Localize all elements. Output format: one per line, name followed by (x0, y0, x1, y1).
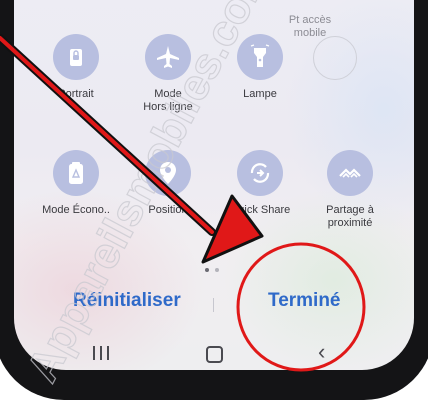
navigation-bar: ‹ (0, 340, 428, 370)
done-button[interactable]: Terminé (268, 290, 341, 312)
tile-location[interactable]: Position (118, 150, 218, 217)
page-dot (215, 268, 219, 272)
flashlight-icon (237, 34, 283, 80)
tile-airplane-mode[interactable]: Mode Hors ligne (118, 34, 218, 114)
back-icon[interactable]: ‹ (318, 341, 325, 363)
tile-quick-share-label: Quick Share (229, 204, 291, 216)
tile-quick-share[interactable]: Quick Share (210, 150, 310, 217)
empty-slot-ring (313, 36, 357, 80)
tile-portrait-label: Portrait (58, 88, 94, 100)
tile-airplane-label: Mode Hors ligne (143, 88, 193, 113)
tile-nearby-share-label: Partage à proximité (326, 204, 374, 229)
tile-power-saving-label: Mode Écono.. (42, 204, 110, 216)
screenshot: Pt accès mobile Portrait Mode Hors ligne (0, 0, 428, 400)
tile-nearby-share[interactable]: Partage à proximité (300, 150, 400, 230)
battery-recycle-icon (53, 150, 99, 196)
tile-portrait[interactable]: Portrait (26, 34, 126, 101)
tile-location-label: Position (148, 204, 188, 216)
tile-power-saving[interactable]: Mode Écono.. (26, 150, 126, 217)
nearby-share-icon (327, 150, 373, 196)
page-indicator (203, 268, 223, 274)
portrait-lock-icon (53, 34, 99, 80)
reset-button[interactable]: Réinitialiser (73, 290, 181, 312)
edit-actions-bar: Réinitialiser Terminé (0, 290, 428, 324)
actions-divider (213, 298, 214, 312)
home-icon[interactable] (206, 346, 223, 363)
location-pin-icon (145, 150, 191, 196)
recents-icon[interactable] (93, 346, 109, 360)
tile-flashlight[interactable]: Lampe (210, 34, 310, 101)
quick-share-icon (237, 150, 283, 196)
airplane-icon (145, 34, 191, 80)
page-dot-active (205, 268, 209, 272)
tile-flashlight-label: Lampe (243, 88, 277, 100)
